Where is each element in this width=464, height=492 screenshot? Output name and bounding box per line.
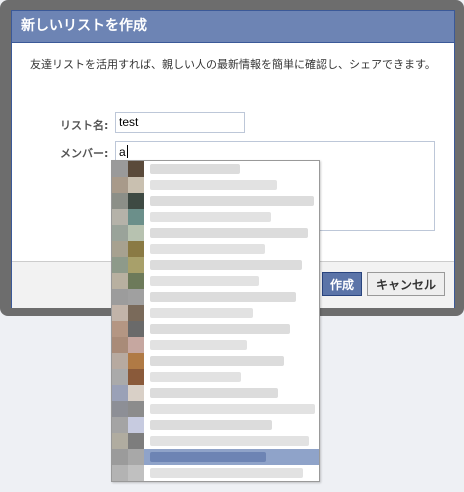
suggestion-row[interactable] xyxy=(112,209,319,225)
suggestion-name-blurred xyxy=(150,372,241,382)
cancel-button[interactable]: キャンセル xyxy=(367,272,445,296)
suggestion-name-blurred xyxy=(150,292,296,302)
suggestion-row[interactable] xyxy=(112,193,319,209)
suggestion-row[interactable] xyxy=(112,433,319,449)
avatar-pixel xyxy=(128,401,144,417)
avatar xyxy=(112,337,128,353)
suggestion-name-blurred xyxy=(150,404,315,414)
suggestion-name-blurred xyxy=(150,196,314,206)
suggestion-row[interactable] xyxy=(112,353,319,369)
avatar-pixel xyxy=(128,321,144,337)
avatar-pixel xyxy=(128,193,144,209)
avatar xyxy=(112,385,128,401)
suggestion-name-blurred xyxy=(150,452,266,462)
suggestion-name-blurred xyxy=(150,276,259,286)
suggestion-row[interactable] xyxy=(112,401,319,417)
avatar xyxy=(112,433,128,449)
avatar xyxy=(112,321,128,337)
avatar-pixel xyxy=(128,385,144,401)
list-name-input[interactable]: test xyxy=(115,112,245,133)
suggestion-name-blurred xyxy=(150,420,272,430)
suggestion-name-blurred xyxy=(150,340,247,350)
suggestion-row[interactable] xyxy=(112,465,319,481)
avatar xyxy=(112,449,128,465)
member-suggestions-dropdown[interactable] xyxy=(111,160,320,482)
suggestion-row[interactable] xyxy=(112,449,319,465)
suggestion-name-blurred xyxy=(150,228,308,238)
avatar xyxy=(112,225,128,241)
avatar xyxy=(112,353,128,369)
suggestion-name-blurred xyxy=(150,324,290,334)
suggestion-name-blurred xyxy=(150,436,309,446)
avatar xyxy=(112,289,128,305)
avatar-pixel xyxy=(128,305,144,321)
suggestion-row[interactable] xyxy=(112,273,319,289)
avatar-pixel xyxy=(128,433,144,449)
suggestion-row[interactable] xyxy=(112,289,319,305)
avatar xyxy=(112,273,128,289)
avatar xyxy=(112,177,128,193)
suggestion-name-blurred xyxy=(150,244,265,254)
suggestion-row[interactable] xyxy=(112,225,319,241)
create-button[interactable]: 作成 xyxy=(322,272,362,296)
avatar-pixel xyxy=(128,353,144,369)
avatar xyxy=(112,369,128,385)
avatar xyxy=(112,417,128,433)
suggestion-name-blurred xyxy=(150,180,277,190)
avatar-pixel xyxy=(128,465,144,481)
list-name-label: リスト名: xyxy=(60,119,109,132)
suggestion-row[interactable] xyxy=(112,241,319,257)
avatar-pixel xyxy=(128,209,144,225)
avatar-pixel xyxy=(128,177,144,193)
suggestion-name-blurred xyxy=(150,212,271,222)
avatar xyxy=(112,465,128,481)
suggestion-row[interactable] xyxy=(112,385,319,401)
suggestion-name-blurred xyxy=(150,260,302,270)
avatar-pixel xyxy=(128,225,144,241)
suggestion-row[interactable] xyxy=(112,177,319,193)
avatar-pixel xyxy=(128,161,144,177)
suggestion-row[interactable] xyxy=(112,369,319,385)
avatar xyxy=(112,161,128,177)
suggestion-name-blurred xyxy=(150,356,284,366)
suggestion-row[interactable] xyxy=(112,337,319,353)
avatar xyxy=(112,401,128,417)
avatar-pixel xyxy=(128,369,144,385)
dialog-intro-text: 友達リストを活用すれば、親しい人の最新情報を簡単に確認し、シェアできます。 xyxy=(30,58,436,71)
avatar xyxy=(112,209,128,225)
suggestion-row[interactable] xyxy=(112,321,319,337)
suggestion-row[interactable] xyxy=(112,305,319,321)
suggestion-row[interactable] xyxy=(112,417,319,433)
avatar-pixel xyxy=(128,417,144,433)
avatar xyxy=(112,257,128,273)
avatar xyxy=(112,241,128,257)
suggestion-name-blurred xyxy=(150,468,303,478)
suggestion-name-blurred xyxy=(150,388,278,398)
avatar-pixel xyxy=(128,273,144,289)
members-input-text: a xyxy=(119,145,128,159)
avatar-pixel xyxy=(128,241,144,257)
avatar-pixel xyxy=(128,449,144,465)
suggestion-name-blurred xyxy=(150,308,253,318)
avatar xyxy=(112,193,128,209)
avatar-pixel xyxy=(128,289,144,305)
dialog-title: 新しいリストを作成 xyxy=(12,11,454,43)
suggestion-name-blurred xyxy=(150,164,240,174)
suggestion-row[interactable] xyxy=(112,257,319,273)
avatar xyxy=(112,305,128,321)
avatar-pixel xyxy=(128,257,144,273)
avatar-pixel xyxy=(128,337,144,353)
members-label: メンバー: xyxy=(60,147,109,160)
suggestion-row[interactable] xyxy=(112,161,319,177)
